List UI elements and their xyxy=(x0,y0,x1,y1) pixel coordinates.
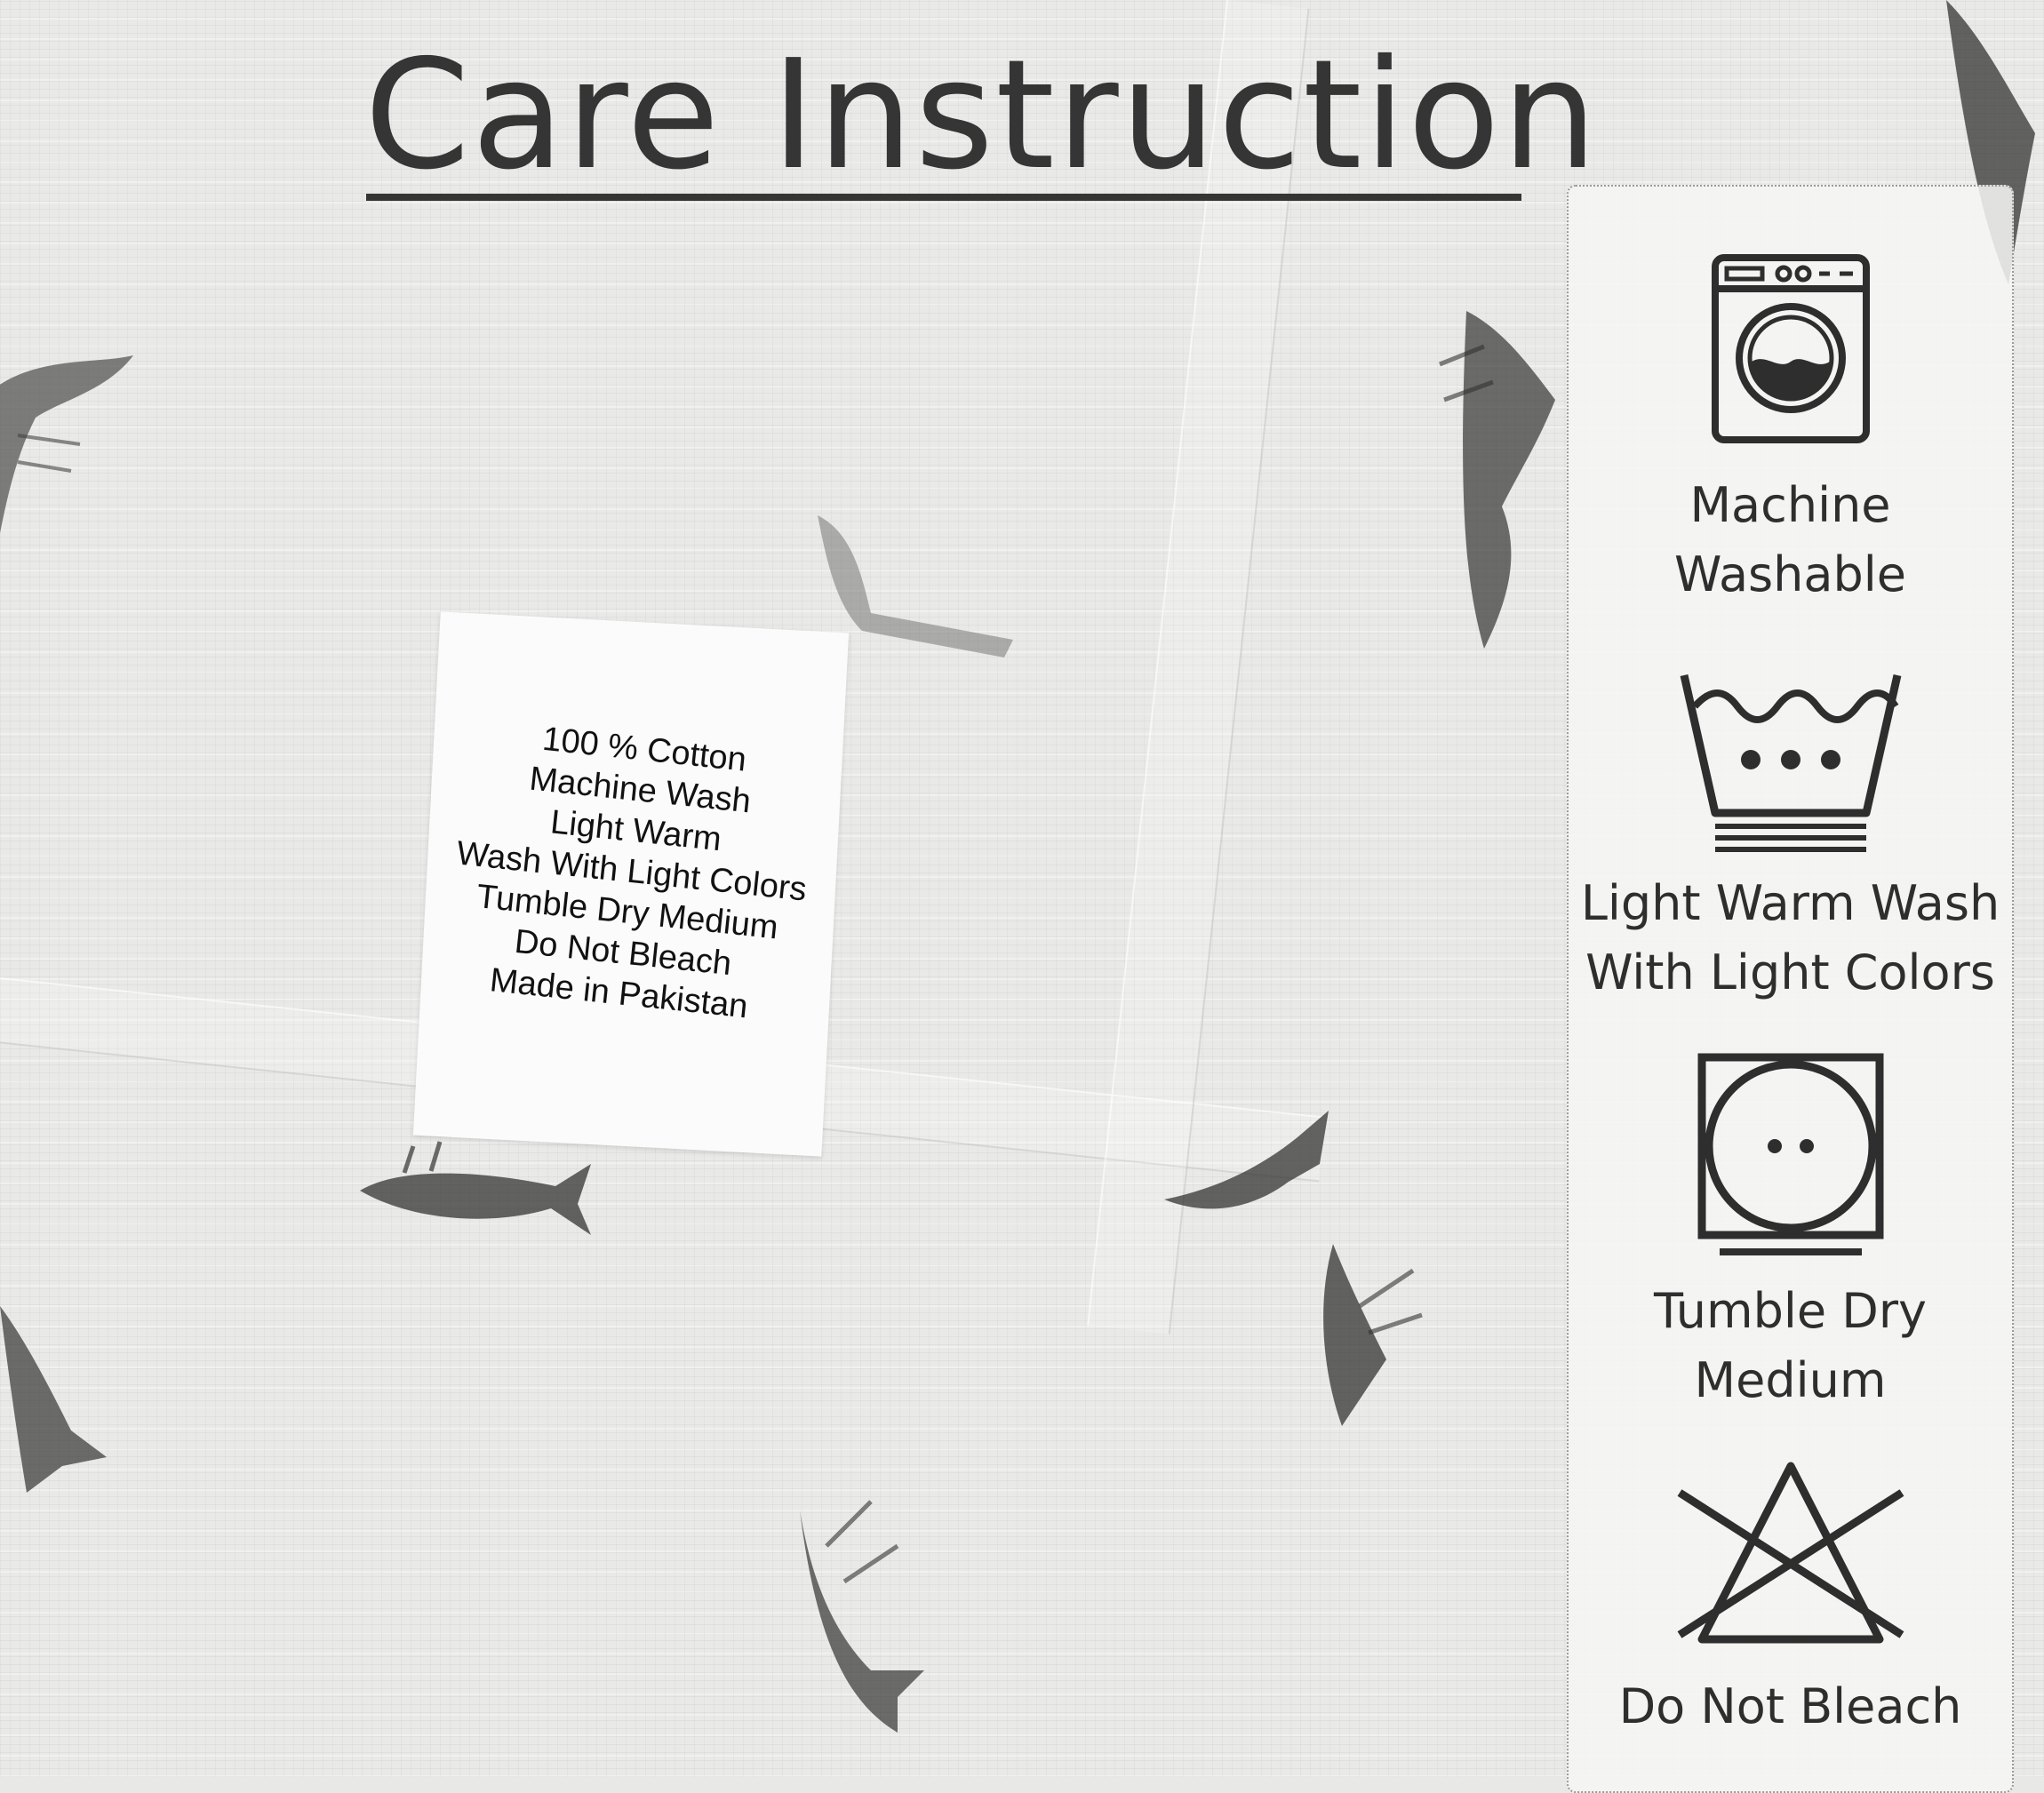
fish-print-icon xyxy=(1323,1244,1423,1426)
sewn-care-label: 100 % Cotton Machine Wash Light Warm Was… xyxy=(412,611,850,1157)
care-symbols-panel: Machine Washable Light Warm Wash With Li… xyxy=(1567,185,2014,1793)
fish-print-icon xyxy=(360,1141,591,1235)
care-item-machine-wash: Machine Washable xyxy=(1569,253,2012,610)
care-item-label: Light Warm Wash xyxy=(1580,875,2000,931)
care-item-do-not-bleach: Do Not Bleach xyxy=(1569,1457,2012,1741)
wash-tub-three-dots-icon xyxy=(1680,674,1901,852)
care-item-tumble-dry: Tumble Dry Medium xyxy=(1569,1053,2012,1415)
fish-print-icon xyxy=(0,1306,107,1493)
care-item-label: Medium xyxy=(1694,1352,1887,1408)
care-item-label: Washable xyxy=(1674,546,1906,602)
fish-print-icon xyxy=(1439,311,1555,649)
care-item-label: With Light Colors xyxy=(1585,944,1995,1000)
tumble-dry-medium-icon xyxy=(1697,1053,1883,1255)
fish-print-icon xyxy=(800,1500,924,1733)
care-item-label: Tumble Dry xyxy=(1653,1283,1928,1339)
page-title: Care Instruction xyxy=(364,28,1600,203)
fish-print-icon xyxy=(0,355,133,533)
washing-machine-icon xyxy=(1711,254,1870,443)
care-label-text: 100 % Cotton Machine Wash Light Warm Was… xyxy=(413,708,850,1035)
do-not-bleach-icon xyxy=(1677,1462,1904,1644)
care-item-label: Do Not Bleach xyxy=(1618,1678,1962,1734)
care-item-light-warm-wash: Light Warm Wash With Light Colors xyxy=(1569,666,2012,1008)
title-underline xyxy=(366,194,1521,201)
care-item-label: Machine xyxy=(1689,477,1891,533)
